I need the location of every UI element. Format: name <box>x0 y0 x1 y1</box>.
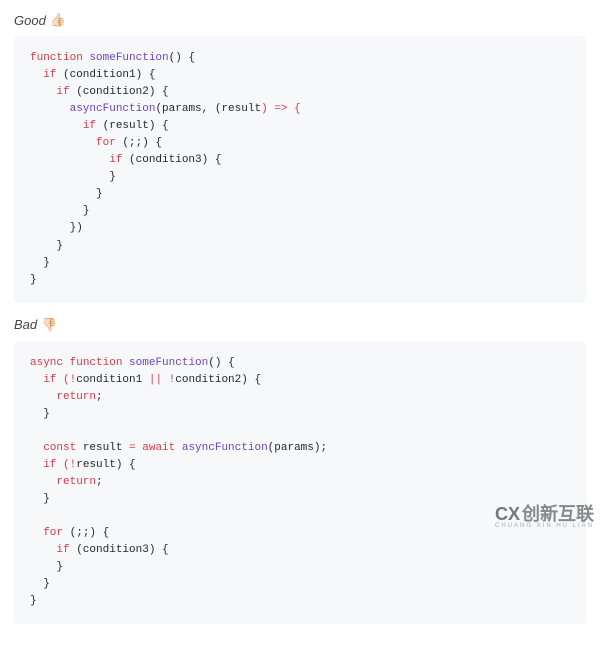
bad-label: Bad 👎🏻 <box>14 317 586 333</box>
code-token: ; <box>96 476 103 488</box>
code-token: } <box>43 578 50 590</box>
code-token: if <box>43 459 56 471</box>
code-token: asyncFunction <box>70 103 156 115</box>
good-label-text: Good <box>14 13 46 28</box>
code-token: condition2) { <box>175 374 261 386</box>
code-token: result <box>76 442 129 454</box>
code-token: } <box>96 188 103 200</box>
code-token: async <box>30 357 63 369</box>
code-token: await <box>136 442 176 454</box>
code-token: || <box>149 374 162 386</box>
code-token: } <box>43 408 50 420</box>
thumbs-down-icon: 👎🏻 <box>41 317 57 333</box>
code-token: = <box>129 442 136 454</box>
bad-code-block: async function someFunction() { if (!con… <box>14 341 586 625</box>
thumbs-up-icon: 👍🏻 <box>50 12 66 28</box>
code-token: } <box>83 205 90 217</box>
code-token: } <box>56 561 63 573</box>
code-token: (condition2) { <box>70 86 169 98</box>
code-token: (params, ( <box>155 103 221 115</box>
watermark-brand: 创新互联 <box>522 504 594 524</box>
code-token: someFunction <box>89 52 168 64</box>
code-token: for <box>43 527 63 539</box>
code-token: ) => { <box>261 103 301 115</box>
code-token: function <box>70 357 123 369</box>
code-token: } <box>30 595 37 607</box>
code-token: } <box>43 493 50 505</box>
bad-label-text: Bad <box>14 317 37 332</box>
code-token: (;;) { <box>116 137 162 149</box>
watermark: CX创新互联 CHUANG XIN HU LIAN <box>495 505 594 529</box>
good-label: Good 👍🏻 <box>14 12 586 28</box>
code-token: if <box>56 544 69 556</box>
code-token: (condition3) { <box>122 154 221 166</box>
code-token: } <box>30 274 37 286</box>
code-token: (condition3) { <box>70 544 169 556</box>
code-token: function <box>30 52 83 64</box>
code-token: } <box>56 240 63 252</box>
code-token: return <box>56 476 96 488</box>
code-token: (! <box>56 374 76 386</box>
good-code-block: function someFunction() { if (condition1… <box>14 36 586 303</box>
code-token: } <box>109 171 116 183</box>
code-token: if <box>43 374 56 386</box>
code-token: return <box>56 391 96 403</box>
code-token: asyncFunction <box>175 442 267 454</box>
code-token: (params); <box>268 442 327 454</box>
code-token: } <box>43 257 50 269</box>
code-token: condition1 <box>76 374 149 386</box>
code-token: ! <box>162 374 175 386</box>
code-token: const <box>43 442 76 454</box>
code-token: }) <box>70 222 83 234</box>
code-token: () { <box>208 357 234 369</box>
code-token: result) { <box>76 459 135 471</box>
code-token: result <box>221 103 261 115</box>
code-token: (! <box>56 459 76 471</box>
code-token: if <box>83 120 96 132</box>
code-token: someFunction <box>129 357 208 369</box>
code-token: if <box>56 86 69 98</box>
code-token: for <box>96 137 116 149</box>
code-token: if <box>109 154 122 166</box>
code-token: (condition1) { <box>56 69 155 81</box>
code-token: if <box>43 69 56 81</box>
code-token: ; <box>96 391 103 403</box>
watermark-sub: CHUANG XIN HU LIAN <box>495 523 594 529</box>
code-token: (;;) { <box>63 527 109 539</box>
code-token: () { <box>169 52 195 64</box>
code-token: (result) { <box>96 120 169 132</box>
watermark-logo: CX <box>495 504 520 524</box>
